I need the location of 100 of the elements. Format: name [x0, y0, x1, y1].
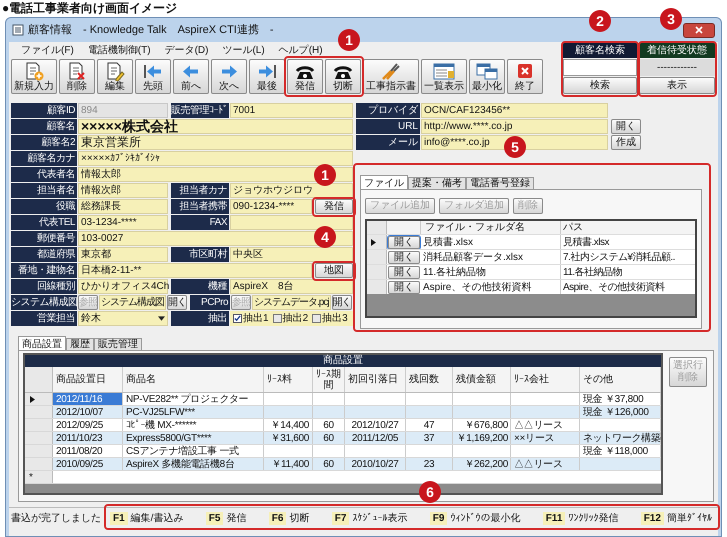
table-cell: 60	[313, 432, 345, 444]
table-cell: 2011/10/23	[53, 432, 123, 444]
text-field[interactable]: 日本橋2-11-**	[78, 263, 312, 278]
tab[interactable]: 電話番号登録	[466, 177, 534, 189]
callout-marker: 3	[660, 8, 682, 30]
column-header: ﾘｰｽ期間	[313, 367, 345, 392]
field-label: 都道府県	[11, 247, 77, 262]
function-key: F11	[542, 512, 566, 525]
window-icon	[12, 24, 24, 36]
toolbar-button[interactable]: 前へ	[173, 59, 209, 94]
column-header: 初回引落日	[345, 367, 406, 392]
toolbar-button[interactable]: 切断	[325, 59, 361, 94]
text-field[interactable]: OCN/CAF123456**	[421, 103, 608, 118]
field-label: 担当者名	[11, 183, 77, 198]
table-cell: 現金 ￥126,000	[580, 406, 661, 418]
toolbar-button[interactable]: 最小化	[469, 59, 505, 94]
search-field[interactable]	[563, 59, 637, 76]
text-field[interactable]: システムデータ.pcj	[252, 295, 331, 310]
toolbar-button[interactable]: 一覧表示	[421, 59, 467, 94]
text-field[interactable]: 中央区	[230, 247, 353, 262]
column-header: パス	[561, 221, 695, 234]
table-cell: 現金 ￥37,800	[580, 393, 661, 405]
panel-button[interactable]: 表示	[639, 77, 715, 94]
action-button[interactable]: 地図	[315, 263, 353, 278]
open-button[interactable]: 開く	[167, 295, 187, 310]
checkbox[interactable]	[233, 314, 242, 323]
tab[interactable]: ファイル	[360, 175, 408, 189]
field-label: 代表TEL	[11, 215, 77, 230]
function-key: F9	[430, 512, 448, 525]
table-cell: ネットワーク構築	[580, 432, 661, 444]
text-field[interactable]	[230, 215, 353, 230]
field-label: 営業担当	[11, 311, 77, 326]
text-field[interactable]: 情報次郎	[78, 183, 168, 198]
checkbox[interactable]	[272, 314, 282, 323]
toolbar-button[interactable]: 削除	[59, 59, 95, 94]
table-title: 商品設置	[25, 355, 661, 367]
menu-item[interactable]: ファイル(F)	[21, 43, 74, 58]
row-header: *	[25, 471, 53, 483]
dropdown[interactable]: ひかりオフィス4Ch	[78, 279, 168, 294]
checkbox[interactable]	[312, 314, 322, 323]
toolbar-button[interactable]: 新規入力	[11, 59, 57, 94]
function-key: F12	[640, 512, 664, 525]
close-button[interactable]	[683, 22, 715, 38]
action-button[interactable]: 発信	[315, 199, 353, 214]
text-field[interactable]: http://www.****.co.jp	[421, 119, 608, 134]
field-label: URL	[356, 119, 420, 134]
menu-item[interactable]: ヘルプ(H)	[278, 43, 323, 58]
menu-item[interactable]: 電話機制御(T)	[88, 43, 151, 58]
field-label: 顧客ID	[11, 103, 77, 118]
toolbar-button[interactable]: 次へ	[211, 59, 247, 94]
toolbar-button[interactable]: 発信	[287, 59, 323, 94]
table-cell: 2012/10/07	[53, 406, 123, 418]
open-button[interactable]: 開く	[332, 295, 352, 310]
menu-item[interactable]: ツール(L)	[222, 43, 265, 58]
tab[interactable]: 履歴	[66, 338, 94, 350]
field-label: 顧客名カナ	[11, 151, 77, 166]
page-heading: ●電話工事業者向け画面イメージ	[1, 0, 178, 17]
menu-item[interactable]: データ(D)	[164, 43, 208, 58]
key-description: 簡単ﾀﾞｲﾔﾙ	[666, 512, 712, 526]
text-field[interactable]: AspireX 8台	[230, 279, 353, 294]
text-field[interactable]: 7001	[230, 103, 353, 118]
text-field[interactable]: ×××××ｶﾌﾞｼｷｶﾞｲｼｬ	[78, 151, 353, 166]
dropdown[interactable]: 鈴木	[78, 311, 168, 326]
text-field[interactable]: 東京都	[78, 247, 168, 262]
callout-marker: 2	[589, 10, 611, 32]
table-cell: 2010/10/27	[345, 458, 406, 470]
tab[interactable]: 商品設置	[18, 336, 66, 350]
open-button[interactable]: 開く	[388, 251, 420, 264]
key-description: ｽｹｼﾞｭｰﾙ表示	[352, 512, 408, 526]
column-header: ﾘｰｽ会社	[511, 367, 580, 392]
table-cell: 23	[406, 458, 453, 470]
toolbar-button[interactable]: 最後	[249, 59, 285, 94]
tab[interactable]: 提案・備考	[408, 177, 466, 189]
tab[interactable]: 販売管理	[94, 338, 142, 350]
close-icon	[695, 26, 703, 34]
column-header: ﾘｰｽ料	[264, 367, 313, 392]
table-cell: 2011/08/20	[53, 445, 123, 457]
toolbar-button[interactable]: 工事指示書	[363, 59, 419, 94]
open-button[interactable]: 開く	[388, 281, 420, 294]
status-value: ------------	[639, 59, 715, 76]
function-key: F5	[206, 512, 224, 525]
action-button[interactable]: 開く	[611, 119, 641, 134]
text-field[interactable]: ジョウホウジロウ	[230, 183, 353, 198]
key-description: ﾜﾝｸﾘｯｸ発信	[568, 512, 618, 526]
open-button[interactable]: 開く	[388, 266, 420, 279]
text-field[interactable]: 東京営業所	[78, 135, 353, 150]
toolbar-button[interactable]: 編集	[97, 59, 133, 94]
function-key: F1	[110, 512, 128, 525]
open-button[interactable]: 開く	[388, 236, 420, 249]
text-field[interactable]: ×××××株式会社	[78, 119, 353, 134]
toolbar-button[interactable]: 先頭	[135, 59, 171, 94]
action-button[interactable]: 作成	[611, 135, 641, 150]
panel-button[interactable]: 検索	[563, 77, 637, 94]
text-field[interactable]: 総務課長	[78, 199, 168, 214]
column-header: 残回数	[406, 367, 453, 392]
text-field[interactable]: 03-1234-****	[78, 215, 168, 230]
table-cell: 2012/11/16	[53, 393, 123, 405]
text-field[interactable]: 090-1234-****	[230, 199, 312, 214]
text-field[interactable]: システム構成図	[99, 295, 166, 310]
toolbar-button[interactable]: 終了	[507, 59, 543, 94]
